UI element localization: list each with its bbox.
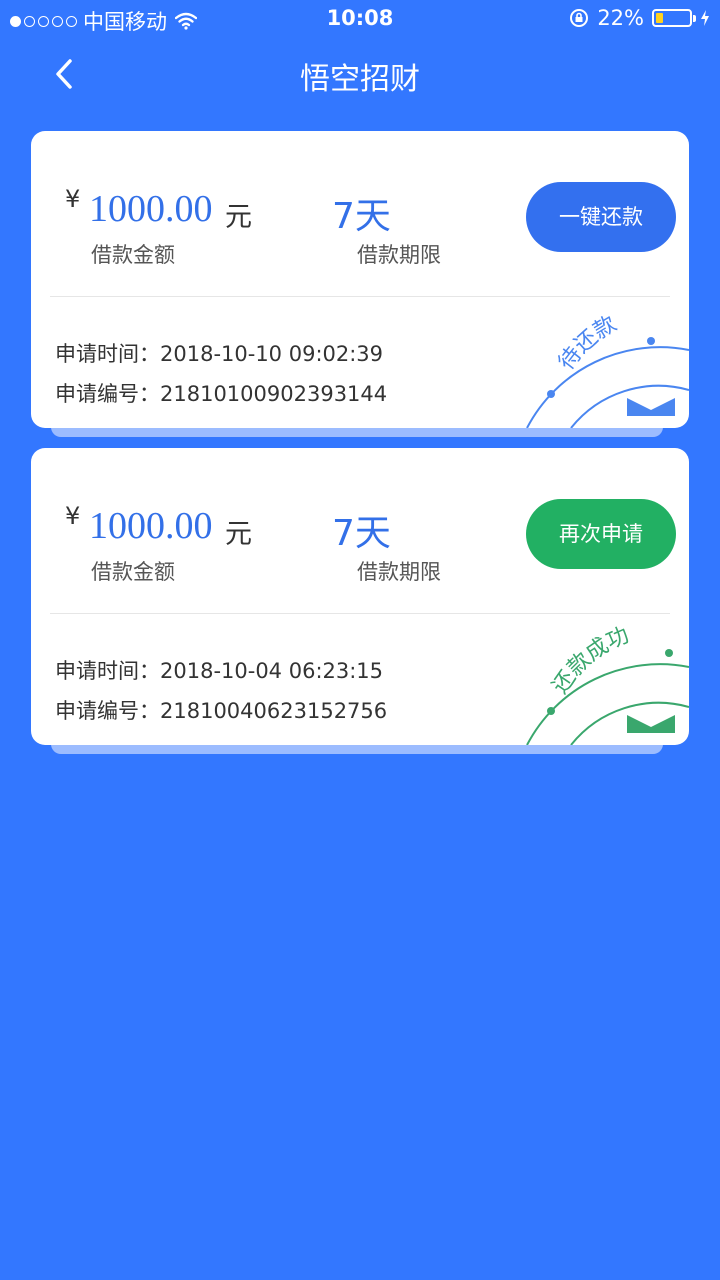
repayment-success-stamp: 还款成功	[526, 623, 689, 745]
battery-percent: 22%	[597, 6, 644, 30]
battery-fill	[656, 13, 664, 23]
loan-card-body: ¥ 1000.00 元 借款金额 7天 借款期限 一键还款 申请时间：2018-…	[31, 131, 689, 428]
apply-number-row: 申请编号：21810100902393144	[55, 378, 387, 408]
page-title: 悟空招财	[300, 62, 420, 97]
apply-time-value: 2018-10-04 06:23:15	[160, 659, 384, 683]
loan-card-body: ¥ 1000.00 元 借款金额 7天 借款期限 再次申请 申请时间：2018-…	[31, 448, 689, 745]
term-label: 借款期限	[357, 243, 441, 267]
reapply-button[interactable]: 再次申请	[526, 499, 676, 569]
stamp-text: 还款成功	[548, 623, 633, 699]
loan-term: 7天	[332, 196, 391, 237]
apply-time-value: 2018-10-10 09:02:39	[160, 342, 384, 366]
status-right: 22%	[569, 6, 710, 30]
amount-unit: 元	[225, 202, 252, 233]
currency-symbol: ¥	[65, 502, 81, 530]
apply-number-value: 21810100902393144	[160, 382, 388, 406]
currency-symbol: ¥	[65, 185, 81, 213]
loan-amount: 1000.00	[89, 505, 213, 547]
nav-bar: 悟空招财	[0, 38, 720, 110]
charging-icon	[701, 10, 709, 26]
term-label: 借款期限	[357, 560, 441, 584]
orientation-lock-icon	[570, 9, 589, 27]
amount-unit: 元	[225, 519, 252, 550]
apply-number-value: 21810040623152756	[160, 699, 388, 723]
loan-amount: 1000.00	[89, 188, 213, 230]
loan-term: 7天	[332, 513, 391, 554]
apply-time-label: 申请时间：	[55, 342, 160, 366]
amount-label: 借款金额	[91, 560, 175, 584]
loan-card: ¥ 1000.00 元 借款金额 7天 借款期限 再次申请 申请时间：2018-…	[31, 448, 689, 754]
amount-label: 借款金额	[91, 243, 175, 267]
status-bar: 中国移动 10:08 22%	[0, 0, 720, 38]
battery-icon	[652, 9, 696, 27]
apply-time-row: 申请时间：2018-10-10 09:02:39	[55, 338, 383, 368]
apply-number-row: 申请编号：21810040623152756	[55, 695, 387, 725]
repay-button[interactable]: 一键还款	[526, 182, 676, 252]
loan-card: ¥ 1000.00 元 借款金额 7天 借款期限 一键还款 申请时间：2018-…	[31, 131, 689, 437]
apply-time-row: 申请时间：2018-10-04 06:23:15	[55, 655, 383, 685]
pending-repayment-stamp: 待还款	[526, 312, 689, 428]
apply-number-label: 申请编号：	[55, 699, 160, 723]
apply-number-label: 申请编号：	[55, 382, 160, 406]
apply-time-label: 申请时间：	[55, 659, 160, 683]
divider	[50, 613, 670, 614]
divider	[50, 296, 670, 297]
